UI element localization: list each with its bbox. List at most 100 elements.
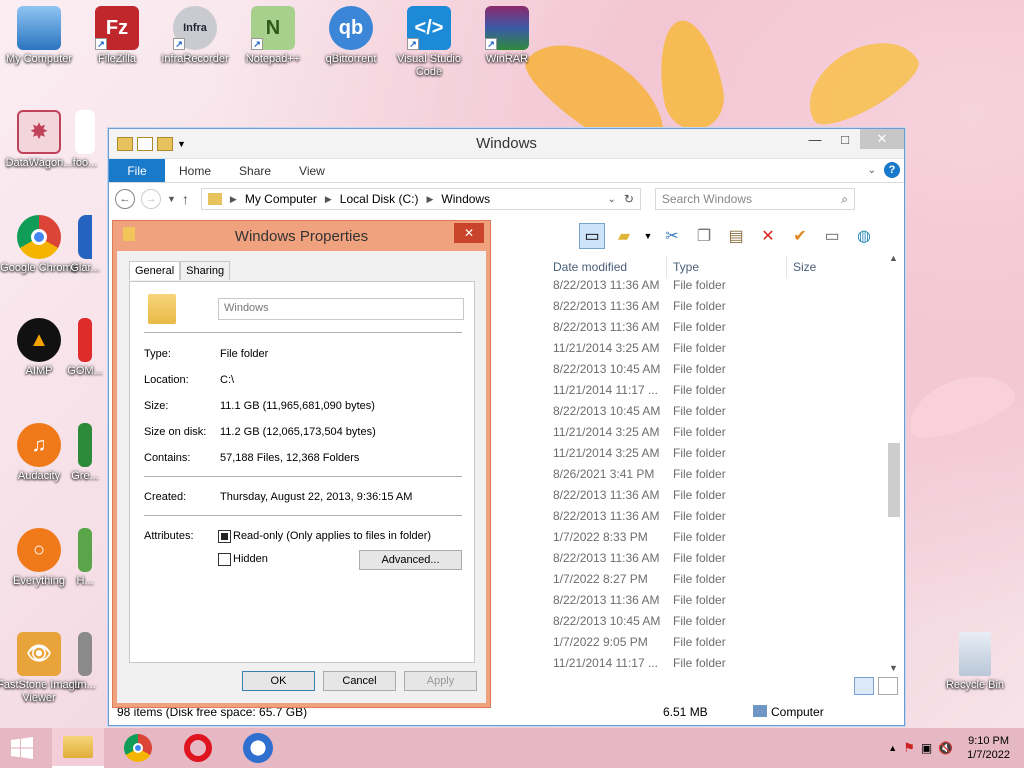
details-view-icon[interactable]: [854, 677, 874, 695]
table-row[interactable]: 8/22/2013 10:45 AM File folder: [547, 401, 787, 422]
folder-options-icon[interactable]: ▰: [611, 223, 637, 249]
table-row[interactable]: 1/7/2022 8:27 PM File folder: [547, 569, 787, 590]
apply-button[interactable]: Apply: [404, 671, 477, 691]
breadcrumb-my-computer[interactable]: My Computer: [245, 192, 317, 206]
tab-home[interactable]: Home: [165, 159, 225, 182]
table-row[interactable]: 11/21/2014 11:17 ... File folder: [547, 380, 787, 401]
address-bar[interactable]: ▶ My Computer ▶ Local Disk (C:) ▶ Window…: [200, 188, 641, 210]
copy-icon[interactable]: ❐: [691, 223, 717, 249]
recent-locations-icon[interactable]: ▼: [167, 194, 176, 204]
up-button[interactable]: ↑: [182, 191, 189, 207]
action-center-flag-icon[interactable]: ⚑: [903, 740, 915, 756]
vertical-scrollbar[interactable]: ▲ ▼: [886, 253, 900, 673]
paste-icon[interactable]: ▤: [723, 223, 749, 249]
table-row[interactable]: 11/21/2014 11:17 ... File folder: [547, 653, 787, 674]
help-icon[interactable]: ?: [884, 162, 900, 178]
scrollbar-thumb[interactable]: [888, 443, 900, 517]
volume-muted-icon[interactable]: 🔇: [938, 741, 953, 755]
table-row[interactable]: 8/22/2013 11:36 AM File folder: [547, 275, 787, 296]
advanced-button[interactable]: Advanced...: [359, 550, 462, 570]
table-row[interactable]: 1/7/2022 8:33 PM File folder: [547, 527, 787, 548]
rename-check-icon[interactable]: ✔: [787, 223, 813, 249]
desktop-icon-im[interactable]: Im...: [62, 632, 108, 692]
type-cell: File folder: [673, 593, 726, 607]
taskbar-opera[interactable]: [172, 728, 224, 768]
type-cell: File folder: [673, 551, 726, 565]
search-box[interactable]: Search Windows ⌕: [654, 188, 855, 210]
table-row[interactable]: 8/22/2013 10:45 AM File folder: [547, 359, 787, 380]
clock[interactable]: 9:10 PM 1/7/2022: [967, 734, 1010, 762]
table-row[interactable]: 1/7/2022 9:05 PM File folder: [547, 632, 787, 653]
tab-share[interactable]: Share: [225, 159, 285, 182]
hidden-checkbox[interactable]: [218, 553, 231, 566]
expand-ribbon-icon[interactable]: ⌄: [868, 165, 876, 176]
desktop-icon-gre[interactable]: Gre...: [62, 423, 108, 483]
maximize-button[interactable]: □: [830, 129, 860, 149]
desktop-icon-recycle-bin[interactable]: Recycle Bin: [933, 632, 1017, 692]
back-button[interactable]: ←: [115, 189, 135, 209]
close-button[interactable]: ✕: [860, 129, 904, 149]
properties-title: Windows Properties: [234, 227, 369, 245]
table-row[interactable]: 8/22/2013 10:45 AM File folder: [547, 611, 787, 632]
taskbar-file-explorer[interactable]: [52, 728, 104, 768]
rename-icon[interactable]: ▭: [819, 223, 845, 249]
table-row[interactable]: 8/26/2021 3:41 PM File folder: [547, 464, 787, 485]
desktop-icon-h[interactable]: H...: [62, 528, 108, 588]
scroll-down-icon[interactable]: ▼: [889, 663, 898, 673]
search-input[interactable]: Search Windows: [662, 192, 752, 206]
created-label: Created:: [144, 491, 187, 503]
desktop-icon-glary[interactable]: Glar...: [62, 215, 108, 275]
taskbar-thunderbird[interactable]: [232, 728, 284, 768]
tab-general[interactable]: General: [129, 261, 181, 280]
dialog-close-button[interactable]: ✕: [454, 223, 484, 243]
table-row[interactable]: 8/22/2013 11:36 AM File folder: [547, 317, 787, 338]
table-row[interactable]: 8/22/2013 11:36 AM File folder: [547, 548, 787, 569]
breadcrumb-local-disk[interactable]: Local Disk (C:): [340, 192, 419, 206]
properties-globe-icon[interactable]: ◍: [851, 223, 877, 249]
properties-icon[interactable]: [137, 136, 153, 151]
desktop-icon-winrar[interactable]: ↗ WinRAR: [465, 6, 549, 66]
table-row[interactable]: 8/22/2013 11:36 AM File folder: [547, 590, 787, 611]
table-row[interactable]: 8/22/2013 11:36 AM File folder: [547, 506, 787, 527]
table-row[interactable]: 11/21/2014 3:25 AM File folder: [547, 422, 787, 443]
breadcrumb-windows[interactable]: Windows: [441, 192, 490, 206]
refresh-icon[interactable]: ↻: [624, 192, 634, 206]
desktop-icon-filezilla[interactable]: Fz ↗ FileZilla: [75, 6, 159, 66]
folder-name-field[interactable]: Windows: [218, 298, 464, 320]
ok-button[interactable]: OK: [242, 671, 315, 691]
readonly-checkbox[interactable]: [218, 530, 231, 543]
new-folder-icon[interactable]: [157, 136, 173, 151]
address-dropdown-icon[interactable]: ⌄: [607, 194, 615, 205]
large-icons-view-icon[interactable]: [878, 677, 898, 695]
table-row[interactable]: 11/21/2014 3:25 AM File folder: [547, 443, 787, 464]
start-button[interactable]: [0, 728, 44, 768]
desktop-icon-qbittorrent[interactable]: qb qBittorrent: [309, 6, 393, 66]
tab-file[interactable]: File: [109, 159, 165, 182]
tab-sharing[interactable]: Sharing: [180, 261, 231, 280]
table-row[interactable]: 8/22/2013 11:36 AM File folder: [547, 485, 787, 506]
scroll-up-icon[interactable]: ▲: [889, 253, 898, 263]
show-hidden-icons-icon[interactable]: ▲: [888, 743, 897, 753]
desktop-icon-foobar[interactable]: foo...: [60, 110, 110, 170]
network-icon[interactable]: ▣: [921, 741, 932, 755]
desktop-icon-vscode[interactable]: </> ↗ Visual Studio Code: [387, 6, 471, 79]
minimize-button[interactable]: —: [800, 129, 830, 149]
desktop-icon-my-computer[interactable]: My Computer: [0, 6, 81, 66]
tab-view[interactable]: View: [285, 159, 339, 182]
delete-icon[interactable]: ✕: [755, 223, 781, 249]
chevron-down-icon[interactable]: ▼: [177, 139, 186, 149]
desktop-icon-infrarecorder[interactable]: Infra ↗ InfraRecorder: [153, 6, 237, 66]
chevron-down-icon[interactable]: ▼: [643, 223, 653, 249]
preview-pane-icon[interactable]: ▭: [579, 223, 605, 249]
forward-button[interactable]: →: [141, 189, 161, 209]
cancel-button[interactable]: Cancel: [323, 671, 396, 691]
taskbar-chrome[interactable]: [112, 728, 164, 768]
chevron-right-icon: ▶: [426, 193, 434, 204]
desktop-icon-notepadpp[interactable]: N ↗ Notepad++: [231, 6, 315, 66]
column-size[interactable]: Size: [787, 256, 867, 278]
table-row[interactable]: 8/22/2013 11:36 AM File folder: [547, 296, 787, 317]
type-cell: File folder: [673, 320, 726, 334]
table-row[interactable]: 11/21/2014 3:25 AM File folder: [547, 338, 787, 359]
desktop-icon-gom[interactable]: GOM...: [62, 318, 108, 378]
cut-icon[interactable]: ✂: [659, 223, 685, 249]
